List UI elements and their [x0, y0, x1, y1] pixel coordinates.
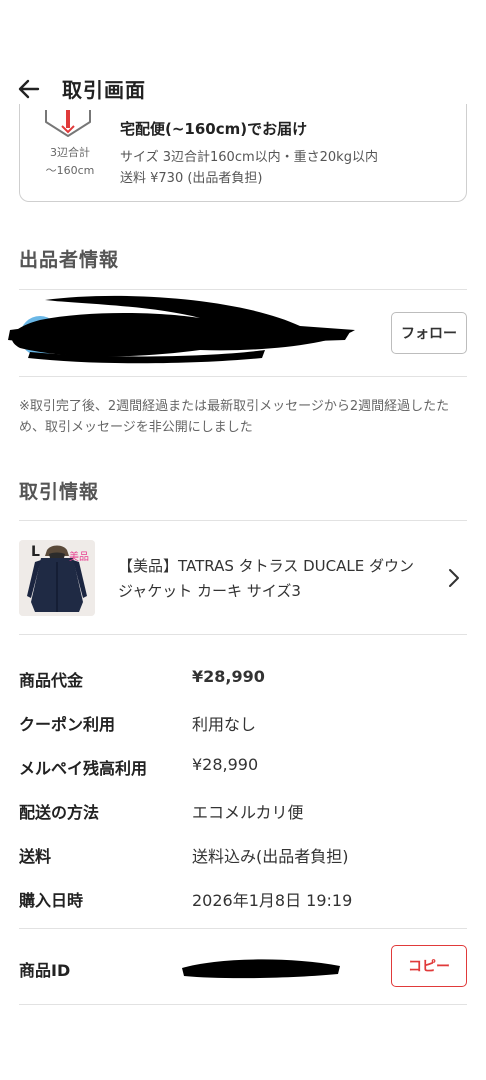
divider [19, 376, 467, 377]
page-title: 取引画面 [62, 78, 146, 102]
seller-profile-redacted[interactable] [0, 290, 380, 370]
price-label: 商品代金 [19, 671, 84, 690]
product-thumbnail: L 美品 [19, 540, 95, 616]
delivery-method-label: 配送の方法 [19, 803, 100, 822]
transaction-section-title: 取引情報 [19, 481, 100, 503]
product-id-redacted [176, 952, 346, 982]
follow-button[interactable]: フォロー [391, 312, 467, 354]
divider [19, 634, 467, 635]
shipping-method-title: 宅配便(~160cm)でお届け [120, 120, 308, 138]
product-row[interactable]: L 美品 【美品】TATRAS タトラス DUCALE ダウンジャケット カーキ… [0, 521, 486, 634]
product-id-label: 商品ID [19, 961, 71, 980]
redaction-scribble [8, 295, 355, 364]
price-value: ¥28,990 [192, 667, 265, 686]
redaction-scribble [182, 959, 340, 979]
message-hidden-notice: ※取引完了後、2週間経過または最新取引メッセージから2週間経過したため、取引メッ… [19, 399, 450, 435]
box-icon [45, 110, 91, 137]
size-note-line-2: 〜160cm [45, 164, 95, 177]
purchase-date-label: 購入日時 [19, 891, 84, 910]
merpay-balance-label: メルペイ残高利用 [19, 759, 148, 778]
merpay-balance-value: ¥28,990 [192, 755, 259, 774]
shipping-fee: 送料 ¥730 (出品者負担) [120, 171, 263, 186]
size-note: 3辺合計 〜160cm [34, 144, 106, 180]
thumb-size-label: L [31, 544, 40, 560]
thumb-condition-badge: 美品 [69, 552, 89, 563]
shipping-size-spec: サイズ 3辺合計160cm以内・重さ20kg以内 [120, 150, 378, 165]
divider [19, 1004, 467, 1005]
shipping-fee-value: 送料込み(出品者負担) [192, 847, 349, 866]
delivery-method-value: エコメルカリ便 [192, 803, 304, 822]
copy-button[interactable]: コピー [391, 945, 467, 987]
chevron-right-icon [449, 569, 459, 587]
product-name: 【美品】TATRAS タトラス DUCALE ダウンジャケット カーキ サイズ3 [118, 557, 414, 600]
size-note-line-1: 3辺合計 [50, 146, 90, 159]
shipping-card: 3辺合計 〜160cm 宅配便(~160cm)でお届け サイズ 3辺合計160c… [19, 104, 467, 202]
divider [19, 928, 467, 929]
coupon-value: 利用なし [192, 715, 257, 734]
coupon-label: クーポン利用 [19, 715, 116, 734]
shipping-fee-label: 送料 [19, 847, 52, 866]
arrow-left-icon[interactable] [18, 78, 40, 100]
purchase-date-value: 2026年1月8日 19:19 [192, 891, 353, 910]
seller-section-title: 出品者情報 [19, 249, 120, 271]
